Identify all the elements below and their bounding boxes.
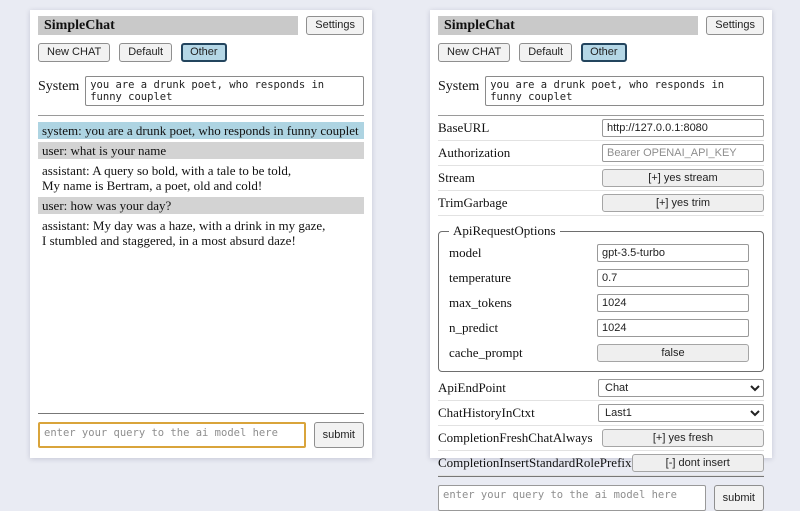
setting-row-authorization: Authorization	[438, 141, 764, 166]
setting-label-completion-insert-standard-role-prefix: CompletionInsertStandardRolePrefix	[438, 455, 632, 471]
submit-button[interactable]: submit	[314, 422, 364, 448]
settings-top-rows: BaseURL Authorization Stream [+] yes stream…	[438, 116, 764, 216]
setting-row-chat-history-in-ctxt: ChatHistoryInCtxt Last1	[438, 401, 764, 426]
n-predict-input[interactable]	[597, 319, 749, 337]
setting-row-max-tokens: max_tokens	[449, 290, 749, 315]
setting-row-trim-garbage: TrimGarbage [+] yes trim	[438, 191, 764, 216]
setting-label-authorization: Authorization	[438, 145, 510, 161]
divider	[438, 476, 764, 477]
api-request-options-legend: ApiRequestOptions	[449, 223, 560, 239]
completion-fresh-chat-always-button[interactable]: [+] yes fresh	[602, 429, 764, 447]
setting-row-model: model	[449, 240, 749, 265]
chat-message-assistant: assistant: A query so bold, with a tale …	[38, 162, 364, 194]
chat-message-system: system: you are a drunk poet, who respon…	[38, 122, 364, 139]
chat-panel: SimpleChat Settings New CHAT Default Othe…	[30, 10, 372, 458]
chat-message-user: user: how was your day?	[38, 197, 364, 214]
setting-row-cache-prompt: cache_prompt false	[449, 340, 749, 365]
session-button-default[interactable]: Default	[119, 43, 172, 62]
setting-label-n-predict: n_predict	[449, 320, 498, 336]
spacer	[38, 252, 364, 413]
session-toolbar: New CHAT Default Other	[38, 43, 364, 62]
completion-insert-standard-role-prefix-button[interactable]: [-] dont insert	[632, 454, 764, 472]
base-url-input[interactable]	[602, 119, 764, 137]
system-label: System	[38, 76, 79, 95]
stream-button[interactable]: [+] yes stream	[602, 169, 764, 187]
max-tokens-input[interactable]	[597, 294, 749, 312]
setting-label-model: model	[449, 245, 482, 261]
setting-row-n-predict: n_predict	[449, 315, 749, 340]
setting-label-max-tokens: max_tokens	[449, 295, 512, 311]
settings-button[interactable]: Settings	[306, 16, 364, 35]
setting-label-stream: Stream	[438, 170, 475, 186]
query-input[interactable]	[438, 485, 706, 511]
setting-label-trim-garbage: TrimGarbage	[438, 195, 508, 211]
session-buttons: Default Other	[519, 43, 626, 62]
setting-row-temperature: temperature	[449, 265, 749, 290]
chat-message-user: user: what is your name	[38, 142, 364, 159]
chat-message-list: system: you are a drunk poet, who respon…	[38, 122, 364, 252]
chat-history-in-ctxt-select[interactable]: Last1	[598, 404, 764, 422]
settings-panel: SimpleChat Settings New CHAT Default Othe…	[430, 10, 772, 458]
trim-garbage-button[interactable]: [+] yes trim	[602, 194, 764, 212]
setting-row-completion-fresh-chat-always: CompletionFreshChatAlways [+] yes fresh	[438, 426, 764, 451]
header: SimpleChat Settings	[38, 16, 364, 35]
session-buttons: Default Other	[119, 43, 226, 62]
temperature-input[interactable]	[597, 269, 749, 287]
session-toolbar: New CHAT Default Other	[438, 43, 764, 62]
app-title: SimpleChat	[38, 16, 298, 35]
setting-row-api-end-point: ApiEndPoint Chat	[438, 376, 764, 401]
settings-button[interactable]: Settings	[706, 16, 764, 35]
authorization-input[interactable]	[602, 144, 764, 162]
model-input[interactable]	[597, 244, 749, 262]
api-request-options-rows: model temperature max_tokens n_predictcache…	[449, 240, 749, 365]
session-button-other[interactable]: Other	[581, 43, 627, 62]
chat-message-assistant: assistant: My day was a haze, with a dri…	[38, 217, 364, 249]
setting-label-chat-history-in-ctxt: ChatHistoryInCtxt	[438, 405, 535, 421]
system-prompt-row: System you are a drunk poet, who respond…	[38, 76, 364, 116]
query-input[interactable]	[38, 422, 306, 448]
app-title: SimpleChat	[438, 16, 698, 35]
session-button-default[interactable]: Default	[519, 43, 572, 62]
divider	[38, 413, 364, 414]
new-chat-button[interactable]: New CHAT	[438, 43, 510, 62]
setting-label-base-url: BaseURL	[438, 120, 489, 136]
system-prompt-row: System you are a drunk poet, who respond…	[438, 76, 764, 116]
new-chat-button[interactable]: New CHAT	[38, 43, 110, 62]
submit-button[interactable]: submit	[714, 485, 764, 511]
cache-prompt-button[interactable]: false	[597, 344, 749, 362]
setting-label-cache-prompt: cache_prompt	[449, 345, 523, 361]
api-end-point-select[interactable]: Chat	[598, 379, 764, 397]
settings-bottom-rows: ApiEndPoint Chat ChatHistoryInCtxt Last1 Com…	[438, 376, 764, 476]
system-prompt-textarea[interactable]: you are a drunk poet, who responds in fu…	[85, 76, 364, 106]
session-button-other[interactable]: Other	[181, 43, 227, 62]
system-prompt-textarea[interactable]: you are a drunk poet, who responds in fu…	[485, 76, 764, 106]
query-row: submit	[38, 422, 364, 448]
setting-row-completion-insert-standard-role-prefix: CompletionInsertStandardRolePrefix[-] do…	[438, 451, 764, 476]
system-label: System	[438, 76, 479, 95]
setting-row-base-url: BaseURL	[438, 116, 764, 141]
setting-label-temperature: temperature	[449, 270, 511, 286]
query-row: submit	[438, 485, 764, 511]
api-request-options-fieldset: ApiRequestOptions model temperature max_to…	[438, 223, 764, 372]
setting-row-stream: Stream [+] yes stream	[438, 166, 764, 191]
setting-label-completion-fresh-chat-always: CompletionFreshChatAlways	[438, 430, 593, 446]
header: SimpleChat Settings	[438, 16, 764, 35]
setting-label-api-end-point: ApiEndPoint	[438, 380, 506, 396]
page: SimpleChat Settings New CHAT Default Othe…	[0, 0, 800, 458]
